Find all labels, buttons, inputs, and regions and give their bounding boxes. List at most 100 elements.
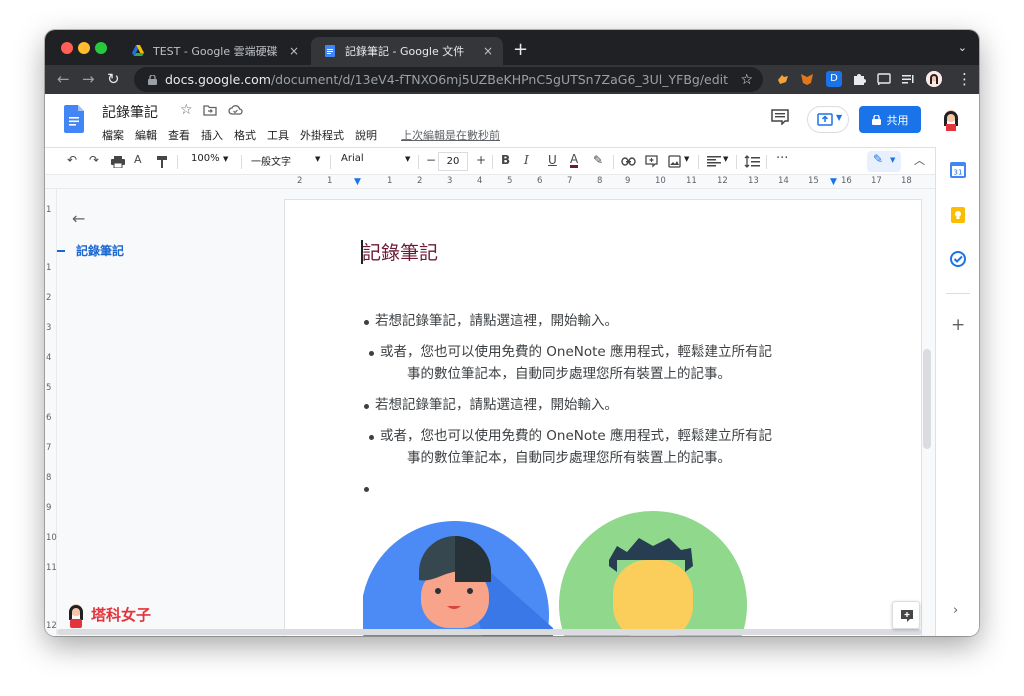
highlight-pen-icon[interactable]: ✎	[593, 153, 603, 167]
close-outline-back-icon[interactable]: ←	[72, 209, 85, 228]
maximize-window-button[interactable]	[95, 42, 107, 54]
menu-file[interactable]: 檔案	[102, 127, 124, 143]
tab-close-icon[interactable]: ×	[289, 44, 299, 58]
decrease-font-size-button[interactable]: −	[426, 153, 436, 167]
list-item[interactable]: 若想記錄筆記，請點選這裡，開始輸入。	[375, 310, 618, 332]
move-folder-icon[interactable]	[203, 104, 217, 116]
menu-format[interactable]: 格式	[234, 127, 256, 143]
share-button[interactable]: 共用	[859, 106, 921, 133]
paint-format-icon[interactable]	[157, 156, 169, 168]
bullet-dot	[364, 320, 369, 325]
right-indent-marker-icon[interactable]: ▼	[830, 177, 837, 187]
menu-insert[interactable]: 插入	[201, 127, 223, 143]
tab-close-icon[interactable]: ×	[483, 44, 493, 58]
text-color-button[interactable]: A	[570, 153, 579, 168]
profile-avatar[interactable]	[926, 71, 942, 87]
ruler-tick: 11	[686, 176, 697, 186]
ruler-tick: 5	[507, 176, 513, 186]
tab-drive[interactable]: TEST - Google 雲端硬碟 ×	[119, 37, 309, 65]
document-title-input[interactable]: 記錄筆記	[102, 102, 158, 122]
list-item[interactable]: 或者，您也可以使用免費的 OneNote 應用程式，輕鬆建立所有記	[380, 425, 772, 447]
toolbar-divider	[418, 155, 419, 169]
bullet-dot-empty	[364, 487, 369, 492]
document-heading[interactable]: 記錄筆記	[362, 238, 438, 265]
calendar-icon[interactable]: 31	[950, 162, 966, 178]
tasks-icon[interactable]	[950, 251, 966, 267]
forward-icon[interactable]: →	[82, 70, 95, 88]
menu-view[interactable]: 查看	[168, 127, 190, 143]
present-button[interactable]: ▼	[807, 106, 849, 133]
undo-icon[interactable]: ↶	[67, 153, 77, 167]
lock-icon	[148, 74, 157, 85]
ruler-tick: 1	[46, 205, 52, 215]
url-input[interactable]: docs.google.com/document/d/13eV4-fTNXO6m…	[134, 67, 763, 92]
ruler-tick: 1	[327, 176, 333, 186]
extension-d-icon[interactable]: D	[826, 71, 842, 87]
bookmark-star-icon[interactable]: ☆	[740, 72, 753, 88]
font-select[interactable]: Arial	[341, 153, 364, 164]
menu-addons[interactable]: 外掛程式	[300, 127, 344, 143]
last-edit-link[interactable]: 上次編輯是在數秒前	[401, 127, 500, 143]
menu-edit[interactable]: 編輯	[135, 127, 157, 143]
list-item[interactable]: 若想記錄筆記，請點選這裡，開始輸入。	[375, 394, 618, 416]
align-left-icon[interactable]	[707, 156, 721, 167]
zoom-select[interactable]: 100%	[191, 153, 220, 164]
vertical-scrollbar[interactable]	[923, 349, 931, 449]
close-window-button[interactable]	[61, 42, 73, 54]
font-size-input[interactable]: 20	[438, 152, 468, 171]
menu-help[interactable]: 說明	[355, 127, 377, 143]
redo-icon[interactable]: ↷	[89, 153, 99, 167]
media-queue-icon[interactable]	[900, 71, 916, 87]
ruler-tick: 2	[297, 176, 303, 186]
spellcheck-icon[interactable]: A	[134, 153, 142, 166]
back-icon[interactable]: ←	[57, 70, 70, 88]
metamask-fox-icon[interactable]	[799, 71, 815, 87]
ruler-tick: 9	[46, 503, 52, 513]
cloud-saved-icon[interactable]	[228, 104, 243, 115]
minimize-window-button[interactable]	[78, 42, 90, 54]
outline-item[interactable]: 記錄筆記	[76, 242, 124, 259]
italic-button[interactable]: I	[524, 153, 529, 167]
indent-marker-icon[interactable]: ▼	[354, 177, 361, 187]
ruler-tick: 2	[417, 176, 423, 186]
format-toolbar: ↶ ↷ A 100% ▼ 一般文字 ▼ Arial ▼ − 20 + B I U…	[45, 147, 935, 174]
document-page[interactable]: 記錄筆記 若想記錄筆記，請點選這裡，開始輸入。 或者，您也可以使用免費的 One…	[285, 200, 921, 636]
style-select[interactable]: 一般文字	[251, 153, 291, 168]
comments-icon[interactable]	[771, 109, 789, 125]
line-spacing-icon[interactable]	[744, 155, 760, 168]
collapse-menus-icon[interactable]: ︿	[914, 152, 925, 168]
star-icon[interactable]: ☆	[180, 102, 193, 118]
keep-icon[interactable]	[950, 207, 966, 223]
get-addons-plus-icon[interactable]: +	[951, 315, 965, 335]
ruler-tick: 6	[46, 413, 52, 423]
underline-button[interactable]: U	[548, 153, 557, 167]
horizontal-scrollbar[interactable]	[57, 629, 922, 635]
tab-search-icon[interactable]: ⌄	[958, 41, 967, 54]
list-item[interactable]: 或者，您也可以使用免費的 OneNote 應用程式，輕鬆建立所有記	[380, 341, 772, 363]
expand-panel-chevron-icon[interactable]: ›	[953, 603, 958, 618]
increase-font-size-button[interactable]: +	[476, 153, 486, 167]
add-comment-icon[interactable]	[645, 155, 658, 168]
extensions-puzzle-icon[interactable]	[851, 71, 867, 87]
reload-icon[interactable]: ↻	[107, 70, 120, 88]
bold-button[interactable]: B	[501, 153, 510, 167]
browser-menu-icon[interactable]: ⋮	[957, 70, 972, 88]
extension-hand-icon[interactable]	[775, 71, 791, 87]
account-avatar[interactable]	[940, 105, 962, 131]
insert-link-icon[interactable]	[621, 157, 636, 166]
insert-image-icon[interactable]	[668, 155, 681, 168]
ruler-tick: 16	[841, 176, 852, 186]
tab-docs[interactable]: 記錄筆記 - Google 文件 ×	[311, 37, 503, 65]
docs-logo-icon[interactable]	[64, 105, 84, 133]
more-options-icon[interactable]: ···	[776, 151, 788, 166]
print-icon[interactable]	[111, 156, 125, 168]
cast-icon[interactable]	[876, 71, 892, 87]
tab-strip: TEST - Google 雲端硬碟 × 記錄筆記 - Google 文件 × …	[45, 30, 979, 65]
add-comment-floating-button[interactable]	[892, 601, 920, 629]
editing-mode-button[interactable]: ✎ ▼	[867, 151, 901, 172]
list-item-continuation[interactable]: 事的數位筆記本，自動同步處理您所有裝置上的記事。	[407, 447, 731, 469]
menu-tools[interactable]: 工具	[267, 127, 289, 143]
chevron-down-icon: ▼	[836, 113, 843, 122]
list-item-continuation[interactable]: 事的數位筆記本，自動同步處理您所有裝置上的記事。	[407, 363, 731, 385]
new-tab-button[interactable]: +	[513, 39, 528, 60]
